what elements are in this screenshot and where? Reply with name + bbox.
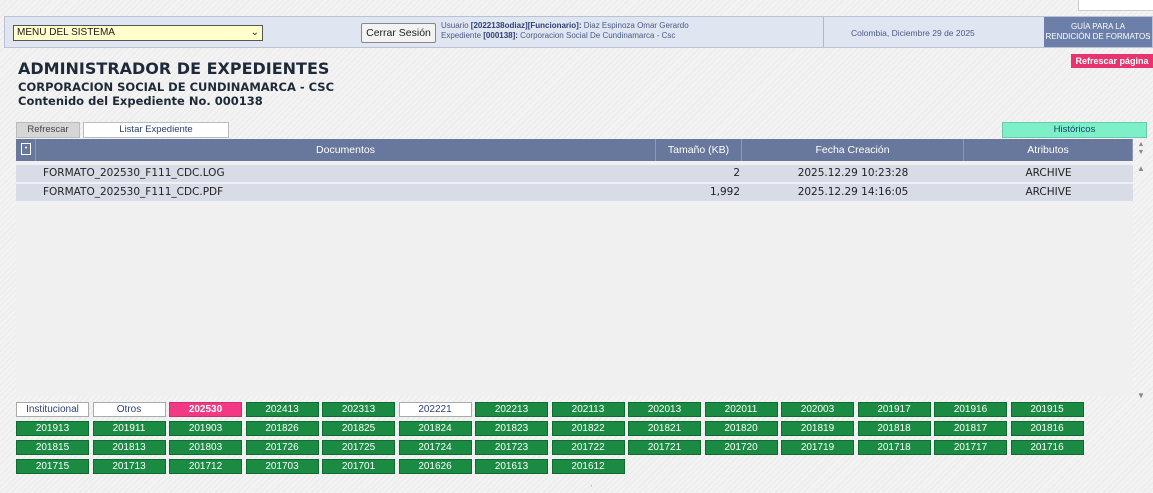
refresh-page-button[interactable]: Refrescar página <box>1071 54 1153 68</box>
period-button-201726[interactable]: 201726 <box>245 440 319 455</box>
period-button-201826[interactable]: 201826 <box>245 421 319 436</box>
period-button-201722[interactable]: 201722 <box>551 440 625 455</box>
document-date: 2025.12.29 14:16:05 <box>797 186 909 198</box>
select-all-icon[interactable]: • <box>16 139 36 161</box>
period-button-201712[interactable]: 201712 <box>169 459 242 474</box>
user-info: Usuario [2022138odiaz][Funcionario]: Dia… <box>441 21 689 41</box>
top-corner-box <box>1078 0 1153 11</box>
chevron-down-icon: ⌄ <box>250 27 259 38</box>
period-button-202313[interactable]: 202313 <box>322 402 395 417</box>
header-divider <box>823 17 824 47</box>
period-button-202011[interactable]: 202011 <box>704 402 778 417</box>
page-title: ADMINISTRADOR DE EXPEDIENTES <box>18 59 330 78</box>
period-button-201911[interactable]: 201911 <box>92 421 166 436</box>
footer-mark: ˈ <box>590 484 593 493</box>
scroll-up-icon[interactable]: ▲ <box>1137 164 1145 173</box>
period-button-201719[interactable]: 201719 <box>781 440 854 455</box>
period-button-201717[interactable]: 201717 <box>934 440 1007 455</box>
column-header-atributos[interactable]: Atributos <box>964 139 1133 161</box>
period-button-201723[interactable]: 201723 <box>475 440 548 455</box>
guide-button[interactable]: GUÍA PARA LA RENDICIÓN DE FORMATOS <box>1044 17 1152 47</box>
period-button-201915[interactable]: 201915 <box>1010 402 1084 417</box>
system-menu-label: MENU DEL SISTEMA <box>17 27 115 38</box>
period-button-202221[interactable]: 202221 <box>398 402 472 417</box>
document-size: 1,992 <box>709 186 740 198</box>
grid-scrollbar[interactable]: ▲ ▼ <box>1134 164 1148 400</box>
period-button-201720[interactable]: 201720 <box>704 440 778 455</box>
top-header: MENU DEL SISTEMA ⌄ Cerrar Sesión Usuario… <box>4 16 1153 48</box>
column-header-tamano[interactable]: Tamaño (KB) <box>656 139 742 161</box>
period-button-202530[interactable]: 202530 <box>169 402 242 417</box>
period-button-201813[interactable]: 201813 <box>92 440 166 455</box>
period-button-201913[interactable]: 201913 <box>16 421 89 436</box>
period-button-201819[interactable]: 201819 <box>781 421 854 436</box>
period-button-201917[interactable]: 201917 <box>857 402 931 417</box>
user-line: Usuario [2022138odiaz][Funcionario]: Dia… <box>441 21 689 30</box>
period-button-201713[interactable]: 201713 <box>92 459 166 474</box>
period-button-202413[interactable]: 202413 <box>245 402 319 417</box>
documents-grid: • Documentos Tamaño (KB) Fecha Creación … <box>16 139 1133 396</box>
period-button-201916[interactable]: 201916 <box>934 402 1007 417</box>
period-button-201818[interactable]: 201818 <box>857 421 931 436</box>
period-button-201725[interactable]: 201725 <box>322 440 395 455</box>
period-button-201821[interactable]: 201821 <box>628 421 701 436</box>
period-button-202213[interactable]: 202213 <box>475 402 548 417</box>
period-button-201816[interactable]: 201816 <box>1010 421 1084 436</box>
current-date: Colombia, Diciembre 29 de 2025 <box>851 28 975 38</box>
period-button-201820[interactable]: 201820 <box>704 421 778 436</box>
period-button-201716[interactable]: 201716 <box>1010 440 1084 455</box>
period-button-201715[interactable]: 201715 <box>16 459 89 474</box>
period-button-201803[interactable]: 201803 <box>169 440 242 455</box>
document-size: 2 <box>733 167 740 179</box>
table-row[interactable]: FORMATO_202530_F111_CDC.LOG 2 2025.12.29… <box>16 165 1133 183</box>
period-button-201612[interactable]: 201612 <box>551 459 625 474</box>
expediente-title: Contenido del Expediente No. 000138 <box>18 94 263 108</box>
period-button-201613[interactable]: 201613 <box>475 459 548 474</box>
period-button-201824[interactable]: 201824 <box>398 421 472 436</box>
period-button-201703[interactable]: 201703 <box>245 459 319 474</box>
document-name[interactable]: FORMATO_202530_F111_CDC.LOG <box>43 165 225 182</box>
period-button-202003[interactable]: 202003 <box>781 402 854 417</box>
document-attributes: ARCHIVE <box>1025 167 1072 179</box>
period-button-202013[interactable]: 202013 <box>628 402 701 417</box>
tab-refresh[interactable]: Refrescar <box>16 122 80 138</box>
column-header-fecha[interactable]: Fecha Creación <box>742 139 964 161</box>
document-name[interactable]: FORMATO_202530_F111_CDC.PDF <box>43 184 223 201</box>
document-date: 2025.12.29 10:23:28 <box>797 167 909 179</box>
tab-list-expediente[interactable]: Listar Expediente <box>83 122 229 138</box>
period-button-otros[interactable]: Otros <box>92 402 166 417</box>
entity-title: CORPORACION SOCIAL DE CUNDINAMARCA - CSC <box>18 80 335 94</box>
period-button-201903[interactable]: 201903 <box>169 421 242 436</box>
system-menu-select[interactable]: MENU DEL SISTEMA ⌄ <box>13 25 263 41</box>
logout-button[interactable]: Cerrar Sesión <box>361 23 436 43</box>
period-button-201822[interactable]: 201822 <box>551 421 625 436</box>
period-button-202113[interactable]: 202113 <box>551 402 625 417</box>
period-button-201817[interactable]: 201817 <box>934 421 1007 436</box>
period-button-201626[interactable]: 201626 <box>398 459 472 474</box>
scroll-down-icon[interactable]: ▼ <box>1137 391 1145 400</box>
period-button-201724[interactable]: 201724 <box>398 440 472 455</box>
header-scrollbar[interactable]: ▲ ▼ <box>1134 139 1148 161</box>
period-button-institucional[interactable]: Institucional <box>16 402 89 417</box>
period-button-201718[interactable]: 201718 <box>857 440 931 455</box>
period-button-201823[interactable]: 201823 <box>475 421 548 436</box>
period-button-201815[interactable]: 201815 <box>16 440 89 455</box>
tab-historicos[interactable]: Históricos <box>1002 122 1147 138</box>
table-row[interactable]: FORMATO_202530_F111_CDC.PDF 1,992 2025.1… <box>16 184 1133 202</box>
period-button-201721[interactable]: 201721 <box>628 440 701 455</box>
period-button-201825[interactable]: 201825 <box>322 421 395 436</box>
period-button-201701[interactable]: 201701 <box>322 459 395 474</box>
column-header-documentos[interactable]: Documentos <box>36 139 656 161</box>
expediente-line: Expediente [000138]: Corporacion Social … <box>441 31 676 40</box>
document-attributes: ARCHIVE <box>1025 186 1072 198</box>
